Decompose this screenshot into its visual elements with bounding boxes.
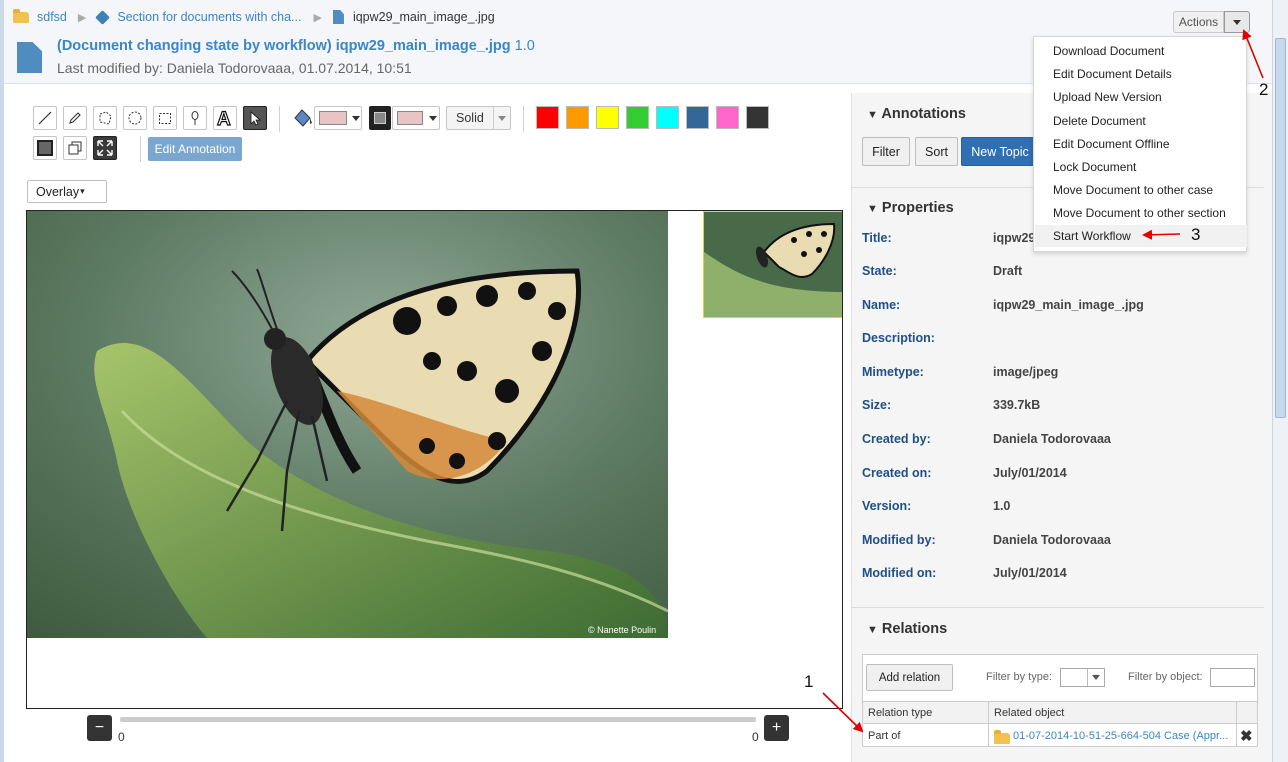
callout-arrow-3	[1142, 229, 1181, 240]
callout-number-2: 2	[1259, 80, 1269, 99]
callout-arrow-2	[1242, 29, 1264, 79]
callout-arrows	[822, 29, 1264, 733]
callout-arrow-1	[822, 692, 864, 733]
callout-number-3: 3	[1191, 225, 1201, 244]
callout-number-1: 1	[804, 672, 814, 691]
